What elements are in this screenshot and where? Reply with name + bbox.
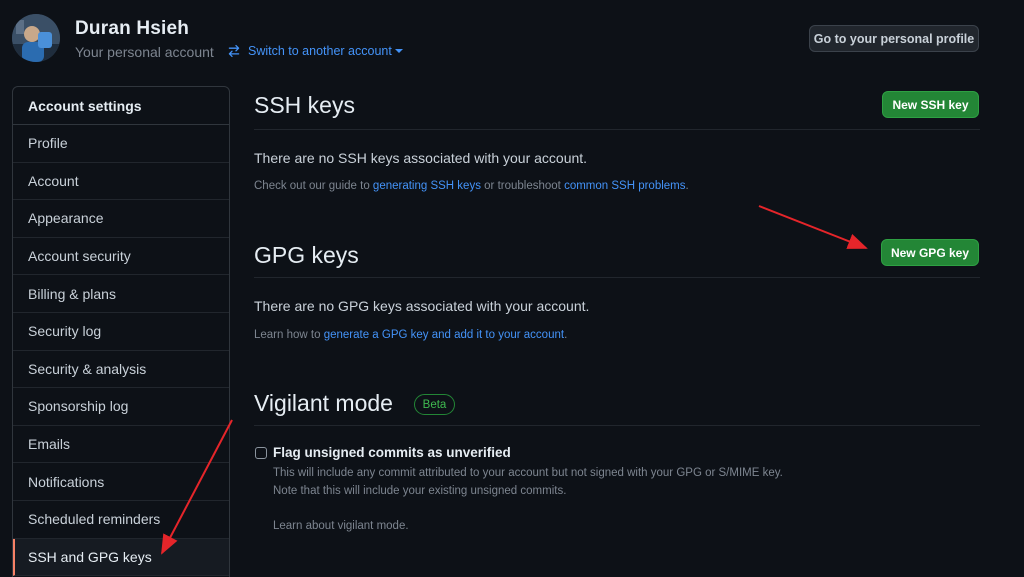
settings-page: Duran Hsieh Your personal account Switch… xyxy=(0,0,1024,577)
arrow-to-new-gpg-key xyxy=(758,205,868,249)
annotation-arrows xyxy=(161,205,868,555)
arrow-to-ssh-gpg-menu xyxy=(161,419,233,555)
